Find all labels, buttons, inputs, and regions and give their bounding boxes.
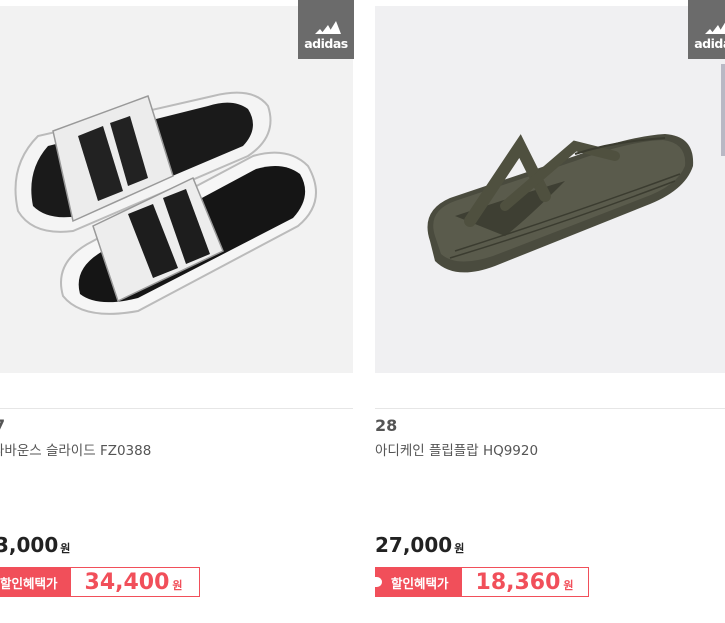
product-price: 27,000 원 [375, 533, 464, 557]
price-currency: 원 [454, 542, 465, 555]
flip-flop-image [427, 134, 694, 273]
product-card[interactable]: adidas 28 아디케인 플립플랍 HQ9920 27,000원 할인혜택가… [375, 0, 725, 623]
sale-price-currency: 원 [172, 579, 183, 592]
product-name[interactable]: 아디케인 플립플랍 HQ9920 [375, 439, 538, 459]
divider [375, 408, 725, 409]
brand-logo-text: adidas [304, 36, 348, 51]
product-number: 28 [375, 416, 398, 435]
adidas-stripes-icon [705, 22, 725, 34]
sale-price-box: 할인혜택가 18,360 원 [375, 567, 589, 597]
product-price: 3,000 원 [0, 533, 70, 557]
brand-logo-text: adidas [694, 36, 725, 51]
sale-label-badge: 할인혜택가 [375, 567, 461, 597]
sale-price: 34,400 원 [69, 567, 200, 597]
divider [0, 408, 353, 409]
sale-label-badge: 할인혜택가 [0, 567, 70, 597]
price-value: 3,000 [0, 533, 59, 557]
product-card[interactable]: adidas 7 파바운스 슬라이드 FZ0388 3,000원 할인혜택가 3… [0, 0, 354, 623]
slide-sandal-image [14, 91, 317, 315]
product-image[interactable] [0, 6, 353, 373]
sale-price-value: 34,400 [84, 569, 170, 595]
product-number: 7 [0, 416, 5, 435]
sale-price-box: 할인혜택가 34,400 원 [0, 567, 200, 597]
sale-price-currency: 원 [563, 579, 574, 592]
brand-logo: adidas [298, 0, 354, 59]
scrollbar-thumb[interactable] [721, 64, 725, 156]
price-value: 27,000 [375, 533, 453, 557]
product-name[interactable]: 파바운스 슬라이드 FZ0388 [0, 439, 151, 459]
sale-price: 18,360 원 [460, 567, 589, 597]
price-currency: 원 [60, 542, 71, 555]
sale-price-value: 18,360 [475, 569, 561, 595]
product-image[interactable] [375, 6, 725, 373]
brand-logo: adidas [688, 0, 725, 59]
adidas-stripes-icon [315, 21, 341, 34]
